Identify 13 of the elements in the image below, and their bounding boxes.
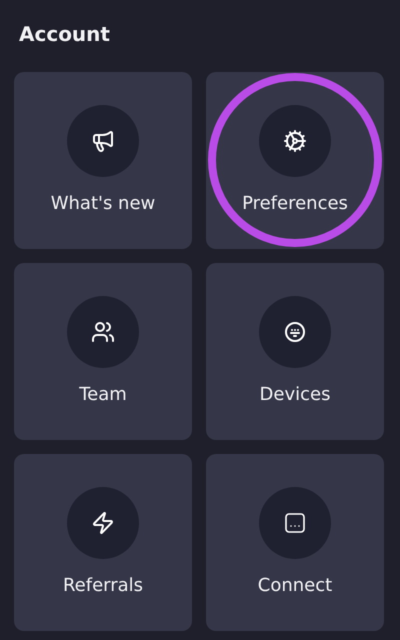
account-tile[interactable]: Referrals [14,454,192,631]
megaphone-icon [91,129,115,153]
account-tile[interactable]: What's new [14,72,192,249]
face-icon [283,320,307,344]
account-tile[interactable]: Devices [206,263,384,440]
account-tile[interactable]: Connect [206,454,384,631]
ellipsis-square-icon [283,511,307,535]
lightning-icon [91,511,115,535]
people-icon [91,320,115,344]
account-tile[interactable]: Team [14,263,192,440]
account-tile[interactable]: Preferences [206,72,384,249]
gear-icon [283,129,307,153]
page-title: Account [19,21,111,48]
